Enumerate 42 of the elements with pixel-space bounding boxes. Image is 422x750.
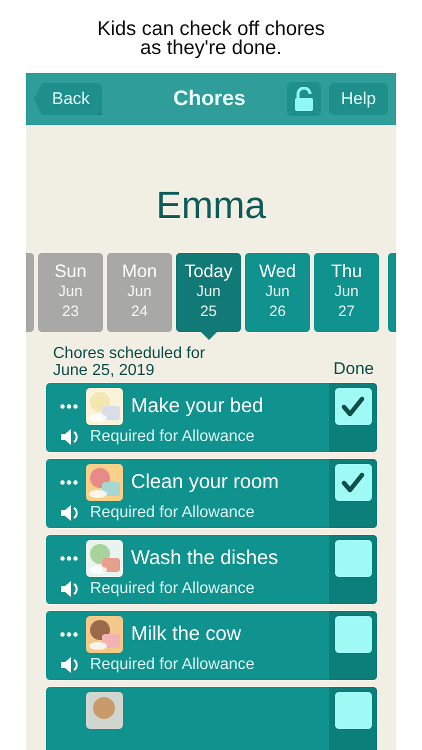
chore-note: Required for Allowance	[90, 504, 255, 522]
chore-note: Required for Allowance	[90, 656, 255, 674]
check-icon	[341, 472, 365, 494]
back-button[interactable]: Back	[34, 83, 102, 115]
speaker-icon[interactable]	[60, 580, 80, 598]
more-icon[interactable]	[60, 404, 78, 408]
chore-note: Required for Allowance	[90, 428, 255, 446]
chore-name: Milk the cow	[131, 622, 242, 646]
day-tab[interactable]: Wed Jun 26	[245, 253, 310, 332]
screen-title: Chores	[172, 87, 247, 111]
done-checkbox[interactable]	[334, 616, 372, 653]
check-icon	[341, 396, 365, 418]
done-checkbox[interactable]	[334, 464, 372, 501]
chore-row[interactable]: Milk the cow Required for Allowance	[46, 611, 377, 680]
chore-row[interactable]: Make your bed Required for Allowance	[46, 383, 377, 452]
chore-row[interactable]: Clean your room Required for Allowance	[46, 459, 377, 528]
day-tab[interactable]: Sun Jun 23	[38, 253, 103, 332]
padlock-icon	[294, 87, 314, 111]
speaker-icon[interactable]	[60, 656, 80, 674]
list-heading: Chores scheduled for June 25, 2019	[53, 345, 206, 379]
done-checkbox[interactable]	[334, 388, 372, 425]
chore-note: Required for Allowance	[90, 580, 255, 598]
done-checkbox[interactable]	[334, 540, 372, 577]
child-name: Emma	[155, 185, 267, 229]
lock-button[interactable]	[287, 82, 322, 116]
speaker-icon[interactable]	[60, 428, 80, 446]
done-heading: Done	[333, 359, 374, 379]
speaker-icon[interactable]	[60, 504, 80, 522]
chore-name: Clean your room	[131, 470, 279, 494]
more-icon[interactable]	[60, 480, 78, 484]
done-checkbox[interactable]	[334, 692, 372, 729]
chore-name: Wash the dishes	[131, 546, 278, 570]
more-icon[interactable]	[60, 632, 78, 636]
pointer-icon	[200, 332, 216, 340]
day-tab[interactable]: Mon Jun 24	[107, 253, 172, 332]
caption: Kids can check off chores as they're done.	[96, 17, 326, 61]
more-icon[interactable]	[60, 556, 78, 560]
help-button[interactable]: Help	[329, 83, 388, 115]
chore-name: Make your bed	[131, 394, 264, 418]
chore-row[interactable]: Wash the dishes Required for Allowance	[46, 535, 377, 604]
chore-row[interactable]	[46, 687, 377, 750]
day-tab[interactable]: Thu Jun 27	[314, 253, 379, 332]
